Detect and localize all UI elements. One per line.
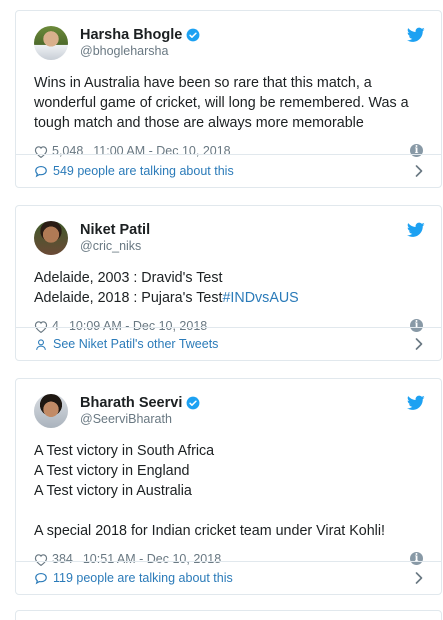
chevron-right-icon[interactable] <box>415 338 423 350</box>
conversation-link-label[interactable]: 549 people are talking about this <box>53 164 234 178</box>
author-handle[interactable]: @bhogleharsha <box>80 44 200 60</box>
verified-badge-icon <box>186 28 200 42</box>
tweet-text: Adelaide, 2003 : Dravid's Test Adelaide,… <box>34 268 423 308</box>
author-handle[interactable]: @cric_niks <box>80 239 150 255</box>
avatar[interactable] <box>34 394 68 428</box>
tweet-card[interactable]: Harsha Bhogle @bhogleharsha Wins in Aust… <box>15 10 442 188</box>
author-name[interactable]: Harsha Bhogle <box>80 26 182 44</box>
comment-icon <box>35 572 47 584</box>
comment-icon <box>35 165 47 177</box>
tweet-text: A Test victory in South Africa A Test vi… <box>34 443 385 539</box>
tweet-card[interactable]: Bharath Seervi @SeerviBharath A Test vic… <box>15 378 442 595</box>
chevron-right-icon[interactable] <box>415 165 423 177</box>
twitter-bird-icon[interactable] <box>407 27 425 43</box>
author-name[interactable]: Bharath Seervi <box>80 394 182 412</box>
verified-badge-icon <box>186 396 200 410</box>
conversation-link[interactable]: 549 people are talking about this <box>16 154 441 187</box>
person-icon <box>36 338 46 350</box>
conversation-link-label[interactable]: 119 people are talking about this <box>53 571 233 585</box>
tweet-text: Wins in Australia have been so rare that… <box>34 75 409 131</box>
tweet-card-partial[interactable] <box>15 610 442 620</box>
other-tweets-label[interactable]: See Niket Patil's other Tweets <box>53 337 218 351</box>
twitter-bird-icon[interactable] <box>407 395 425 411</box>
author-name[interactable]: Niket Patil <box>80 221 150 239</box>
conversation-link[interactable]: 119 people are talking about this <box>16 561 441 594</box>
avatar[interactable] <box>34 26 68 60</box>
hashtag-link[interactable]: #INDvsAUS <box>222 290 298 306</box>
tweet-card[interactable]: Niket Patil @cric_niks Adelaide, 2003 : … <box>15 205 442 361</box>
twitter-bird-icon[interactable] <box>407 222 425 238</box>
tweet-text-line: Adelaide, 2003 : Dravid's Test <box>34 270 223 286</box>
tweet-text-line: Adelaide, 2018 : Pujara's Test <box>34 290 223 306</box>
author-handle[interactable]: @SeerviBharath <box>80 412 200 428</box>
avatar[interactable] <box>34 221 68 255</box>
tweet-feed: Harsha Bhogle @bhogleharsha Wins in Aust… <box>0 0 443 620</box>
chevron-right-icon[interactable] <box>415 572 423 584</box>
other-tweets-link[interactable]: See Niket Patil's other Tweets <box>16 327 441 360</box>
